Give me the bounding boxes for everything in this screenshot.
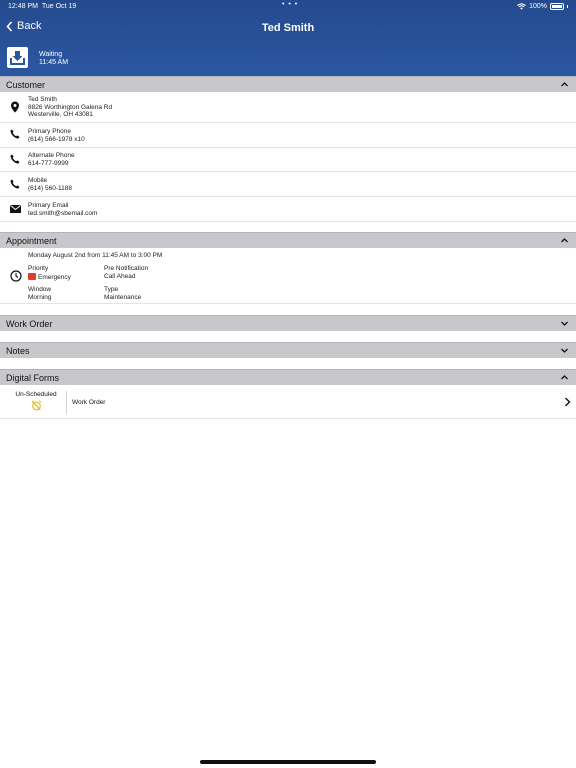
section-title: Work Order — [6, 318, 53, 329]
priority-label: Priority — [28, 265, 49, 272]
battery-percent: 100% — [529, 3, 547, 10]
section-digital-forms-header[interactable]: Digital Forms — [0, 369, 576, 385]
primary-phone-row[interactable]: Primary Phone (614) 566-1978 x10 — [0, 123, 576, 148]
digital-form-row[interactable]: Un-Scheduled Work Order — [0, 387, 576, 419]
status-time-label: 11:45 AM — [39, 59, 69, 66]
alternate-phone-row[interactable]: Alternate Phone 614-777-9999 — [0, 148, 576, 172]
status-indicators: 100% — [517, 3, 568, 10]
clock-icon — [10, 270, 22, 282]
envelope-icon — [10, 205, 21, 213]
chevron-up-icon — [561, 375, 568, 380]
section-title: Customer — [6, 79, 46, 90]
type-label: Type — [104, 286, 119, 293]
download-tray-icon — [10, 51, 25, 65]
pre-notification-value: Call Ahead — [104, 272, 136, 280]
priority-value: Emergency — [28, 272, 71, 282]
phone-icon — [10, 129, 20, 139]
type-value: Maintenance — [104, 293, 142, 301]
section-customer-header[interactable]: Customer — [0, 76, 576, 92]
customer-name: Ted Smith — [28, 96, 57, 103]
phone-label: Mobile — [28, 177, 48, 184]
alarm-off-icon — [31, 400, 41, 411]
chevron-right-icon — [565, 397, 571, 407]
address-line1: 8826 Worthington Galena Rd — [28, 103, 113, 111]
chevron-up-icon — [561, 238, 568, 243]
customer-address-row[interactable]: Ted Smith 8826 Worthington Galena Rd Wes… — [0, 93, 576, 123]
section-work-order-header[interactable]: Work Order — [0, 315, 576, 331]
phone-label: Primary Phone — [28, 128, 71, 135]
section-title: Notes — [6, 345, 30, 356]
nav-header: 12:48 PM Tue Oct 19 • • • 100% Back Ted … — [0, 0, 576, 76]
appointment-details[interactable]: Monday August 2nd from 11:45 AM to 3:00 … — [0, 249, 576, 304]
status-button[interactable] — [7, 47, 28, 68]
email-label: Primary Email — [28, 202, 69, 209]
battery-icon — [550, 3, 564, 10]
form-name: Work Order — [72, 399, 106, 406]
address-line2: Westerville, OH 43081 — [28, 111, 93, 118]
email-value: ted.smith@sbemail.com — [28, 209, 98, 217]
chevron-down-icon — [561, 348, 568, 353]
multitask-dots[interactable]: • • • — [282, 1, 298, 8]
section-appointment-header[interactable]: Appointment — [0, 232, 576, 248]
page-title: Ted Smith — [261, 22, 315, 34]
pre-notification-label: Pre Notification — [104, 265, 149, 272]
wifi-icon — [517, 3, 526, 10]
window-value: Morning — [28, 293, 52, 301]
chevron-down-icon — [561, 321, 568, 326]
form-status-label: Un-Scheduled — [15, 391, 57, 398]
status-bar: 12:48 PM Tue Oct 19 • • • 100% — [0, 0, 576, 14]
section-title: Digital Forms — [6, 372, 60, 383]
phone-label: Alternate Phone — [28, 152, 75, 159]
chevron-up-icon — [561, 82, 568, 87]
status-label: Waiting — [39, 51, 63, 58]
section-title: Appointment — [6, 235, 57, 246]
status-time: 12:48 PM Tue Oct 19 — [8, 3, 77, 10]
email-row[interactable]: Primary Email ted.smith@sbemail.com — [0, 197, 576, 222]
phone-icon — [10, 179, 20, 189]
home-indicator[interactable] — [200, 760, 376, 764]
section-notes-header[interactable]: Notes — [0, 342, 576, 358]
phone-value: (614) 566-1978 x10 — [28, 135, 85, 143]
form-divider — [66, 391, 67, 414]
form-status: Un-Scheduled — [6, 391, 66, 413]
location-pin-icon — [11, 101, 19, 113]
emergency-badge-icon — [28, 272, 36, 280]
window-label: Window — [28, 286, 52, 293]
phone-icon — [10, 154, 20, 164]
phone-value: 614-777-9999 — [28, 159, 69, 167]
mobile-phone-row[interactable]: Mobile (614) 560-1188 — [0, 172, 576, 197]
appointment-date-range: Monday August 2nd from 11:45 AM to 3:00 … — [28, 252, 163, 259]
job-status: Waiting 11:45 AM — [39, 51, 68, 67]
phone-value: (614) 560-1188 — [28, 184, 72, 192]
